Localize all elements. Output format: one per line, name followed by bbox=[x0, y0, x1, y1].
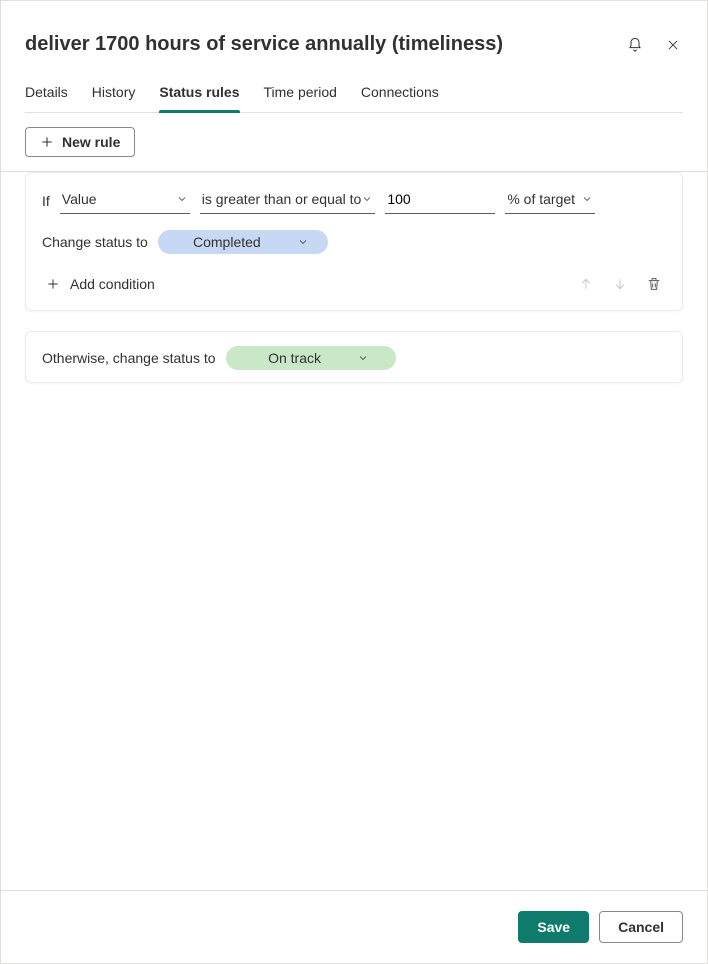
save-button[interactable]: Save bbox=[518, 911, 589, 943]
unit-select-value: % of target bbox=[507, 191, 575, 207]
tab-connections[interactable]: Connections bbox=[361, 74, 439, 112]
plus-icon bbox=[46, 277, 60, 291]
move-down-icon[interactable] bbox=[612, 276, 628, 292]
add-condition-button[interactable]: Add condition bbox=[42, 270, 159, 298]
unit-select[interactable]: % of target bbox=[505, 187, 595, 214]
tab-status-rules[interactable]: Status rules bbox=[159, 74, 239, 112]
move-up-icon[interactable] bbox=[578, 276, 594, 292]
chevron-down-icon bbox=[581, 193, 593, 205]
chevron-down-icon bbox=[297, 236, 309, 248]
plus-icon bbox=[40, 135, 54, 149]
new-rule-button[interactable]: New rule bbox=[25, 127, 135, 157]
tab-time-period[interactable]: Time period bbox=[264, 74, 337, 112]
chevron-down-icon bbox=[176, 193, 188, 205]
operator-select[interactable]: is greater than or equal to bbox=[200, 187, 376, 214]
close-icon[interactable] bbox=[663, 35, 683, 55]
status-value: On track bbox=[268, 350, 321, 366]
rule-card: If Value is greater than or equal to % o… bbox=[25, 172, 683, 311]
value-input[interactable] bbox=[385, 187, 495, 214]
cancel-button[interactable]: Cancel bbox=[599, 911, 683, 943]
chevron-down-icon bbox=[361, 193, 373, 205]
chevron-down-icon bbox=[357, 352, 369, 364]
tab-details[interactable]: Details bbox=[25, 74, 68, 112]
status-value: Completed bbox=[193, 234, 261, 250]
status-select-completed[interactable]: Completed bbox=[158, 230, 328, 254]
otherwise-label: Otherwise, change status to bbox=[42, 350, 216, 366]
operator-select-value: is greater than or equal to bbox=[202, 191, 362, 207]
add-condition-label: Add condition bbox=[70, 276, 155, 292]
new-rule-label: New rule bbox=[62, 134, 120, 150]
field-select-value: Value bbox=[62, 191, 97, 207]
tab-history[interactable]: History bbox=[92, 74, 136, 112]
status-select-ontrack[interactable]: On track bbox=[226, 346, 396, 370]
page-title: deliver 1700 hours of service annually (… bbox=[25, 33, 503, 56]
otherwise-card: Otherwise, change status to On track bbox=[25, 331, 683, 383]
tab-bar: Details History Status rules Time period… bbox=[25, 74, 683, 113]
field-select[interactable]: Value bbox=[60, 187, 190, 214]
change-status-label: Change status to bbox=[42, 234, 148, 250]
delete-icon[interactable] bbox=[646, 276, 662, 292]
bell-icon[interactable] bbox=[625, 35, 645, 55]
if-label: If bbox=[42, 193, 50, 209]
